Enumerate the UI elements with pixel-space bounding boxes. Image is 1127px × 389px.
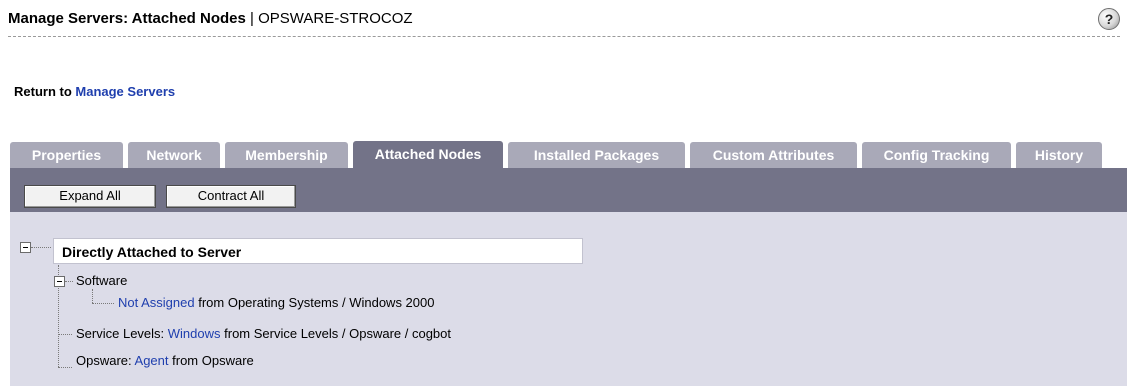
tab-attached-nodes[interactable]: Attached Nodes — [353, 141, 503, 168]
tab-installed-packages[interactable]: Installed Packages — [508, 142, 685, 168]
software-collapse-toggle[interactable] — [54, 276, 65, 287]
software-item: Not Assigned from Operating Systems / Wi… — [118, 295, 434, 310]
title-separator: | — [245, 10, 259, 27]
attached-nodes-panel: Directly Attached to Server Software Not… — [10, 212, 1127, 386]
service-levels-prefix: Service Levels: — [76, 326, 168, 341]
expand-all-button[interactable]: Expand All — [24, 185, 156, 208]
contract-all-button[interactable]: Contract All — [166, 185, 296, 208]
tab-bar: Properties Network Membership Attached N… — [10, 141, 1127, 168]
manage-servers-link[interactable]: Manage Servers — [75, 84, 175, 99]
tab-history[interactable]: History — [1016, 142, 1102, 168]
windows-service-level-link[interactable]: Windows — [168, 326, 221, 341]
tab-config-tracking[interactable]: Config Tracking — [862, 142, 1011, 168]
server-name: OPSWARE-STROCOZ — [258, 10, 413, 27]
tree-connector — [92, 289, 93, 303]
tree-connector — [31, 247, 51, 248]
service-levels-suffix: from Service Levels / Opsware / cogbot — [220, 326, 451, 341]
tree-connector — [65, 281, 73, 282]
toolbar: Expand All Contract All — [10, 168, 1127, 212]
page-header: Manage Servers: Attached Nodes | OPSWARE… — [8, 8, 1120, 37]
return-nav: Return to Manage Servers — [14, 84, 175, 99]
tab-membership[interactable]: Membership — [225, 142, 348, 168]
help-icon[interactable]: ? — [1098, 8, 1120, 30]
root-node-label: Directly Attached to Server — [53, 238, 583, 264]
software-item-suffix: from Operating Systems / Windows 2000 — [194, 295, 435, 310]
tree-connector — [58, 334, 72, 335]
page-title-main: Manage Servers: Attached Nodes — [8, 10, 246, 27]
not-assigned-link[interactable]: Not Assigned — [118, 295, 195, 310]
agent-link[interactable]: Agent — [135, 353, 169, 368]
tab-properties[interactable]: Properties — [10, 142, 123, 168]
tab-custom-attributes[interactable]: Custom Attributes — [690, 142, 857, 168]
opsware-suffix: from Opsware — [168, 353, 254, 368]
root-collapse-toggle[interactable] — [20, 242, 31, 253]
service-levels-node: Service Levels: Windows from Service Lev… — [76, 326, 451, 341]
tree-connector — [92, 303, 114, 304]
software-node: Software — [76, 273, 128, 288]
tab-network[interactable]: Network — [128, 142, 220, 168]
opsware-prefix: Opsware: — [76, 353, 135, 368]
tree-connector — [58, 367, 72, 368]
opsware-node: Opsware: Agent from Opsware — [76, 353, 254, 368]
page-title: Manage Servers: Attached Nodes | OPSWARE… — [8, 10, 413, 27]
return-prefix: Return to — [14, 84, 76, 99]
